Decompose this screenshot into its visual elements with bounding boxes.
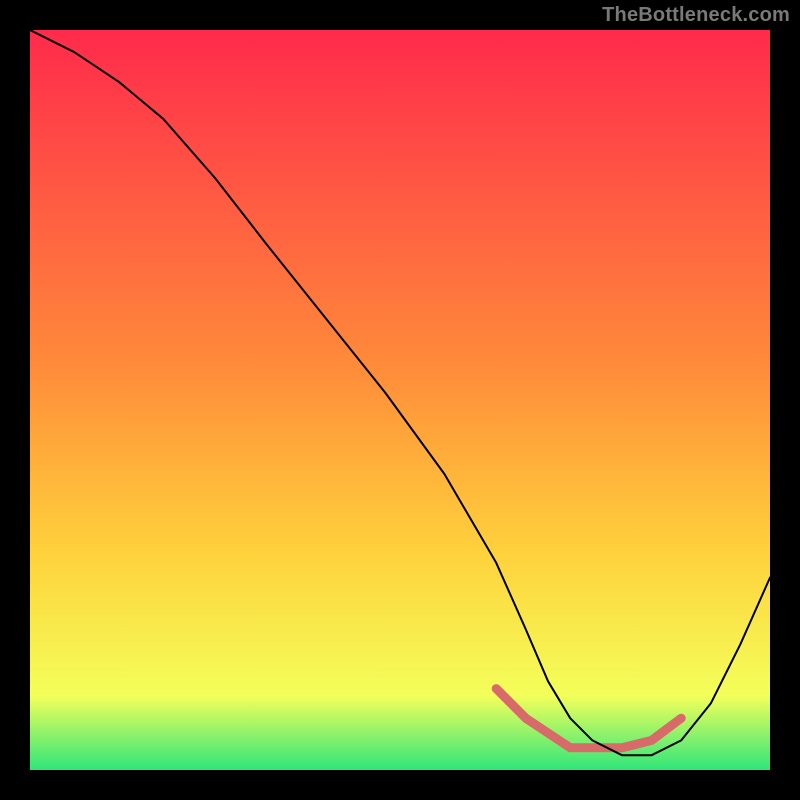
chart-svg xyxy=(30,30,770,770)
chart-stage: TheBottleneck.com xyxy=(0,0,800,800)
plot-area xyxy=(30,30,770,770)
gradient-background xyxy=(30,30,770,770)
watermark-text: TheBottleneck.com xyxy=(602,4,790,27)
